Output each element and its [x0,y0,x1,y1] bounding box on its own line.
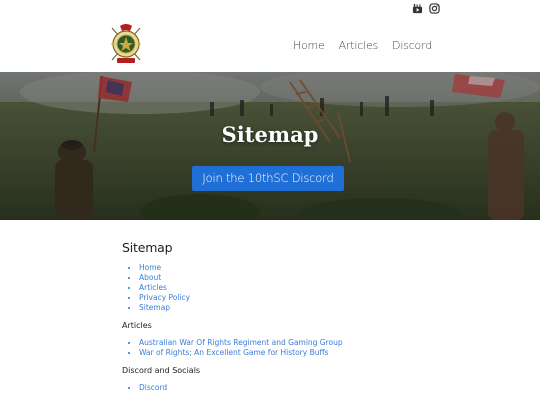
nav-home[interactable]: Home [293,39,325,52]
instagram-icon[interactable] [429,3,440,14]
page-heading: Sitemap [122,240,173,255]
list-item: War of Rights; An Excellent Game for His… [139,348,422,358]
link-home[interactable]: Home [139,263,161,272]
top-bar [0,0,540,20]
articles-heading: Articles [122,321,152,330]
hero-banner: Sitemap Join the 10thSC Discord [0,72,540,220]
social-links [412,3,440,14]
link-article[interactable]: Australian War Of Rights Regiment and Ga… [139,338,343,347]
link-sitemap[interactable]: Sitemap [139,303,170,312]
link-privacy-policy[interactable]: Privacy Policy [139,293,190,302]
main-nav: Home Articles Discord [293,39,432,52]
link-about[interactable]: About [139,273,161,282]
regiment-crest-logo[interactable] [106,22,146,66]
sitemap-content: Sitemap Home About Articles Privacy Poli… [122,240,422,393]
hero-title: Sitemap [221,122,319,147]
list-item: Sitemap [139,303,422,313]
join-discord-button[interactable]: Join the 10thSC Discord [192,166,344,191]
list-item: Articles [139,283,422,293]
articles-list: Australian War Of Rights Regiment and Ga… [122,338,422,358]
list-item: Australian War Of Rights Regiment and Ga… [139,338,422,348]
list-item: About [139,273,422,283]
link-discord[interactable]: Discord [139,383,167,392]
link-article[interactable]: War of Rights; An Excellent Game for His… [139,348,329,357]
list-item: Home [139,263,422,273]
youtube-icon[interactable] [412,3,423,14]
nav-articles[interactable]: Articles [339,39,379,52]
link-articles[interactable]: Articles [139,283,167,292]
discord-socials-heading: Discord and Socials [122,366,201,375]
nav-discord[interactable]: Discord [392,39,432,52]
pages-list: Home About Articles Privacy Policy Sitem… [122,263,422,313]
list-item: Discord [139,383,422,393]
discord-list: Discord [122,383,422,393]
list-item: Privacy Policy [139,293,422,303]
site-header: Home Articles Discord [0,20,540,72]
